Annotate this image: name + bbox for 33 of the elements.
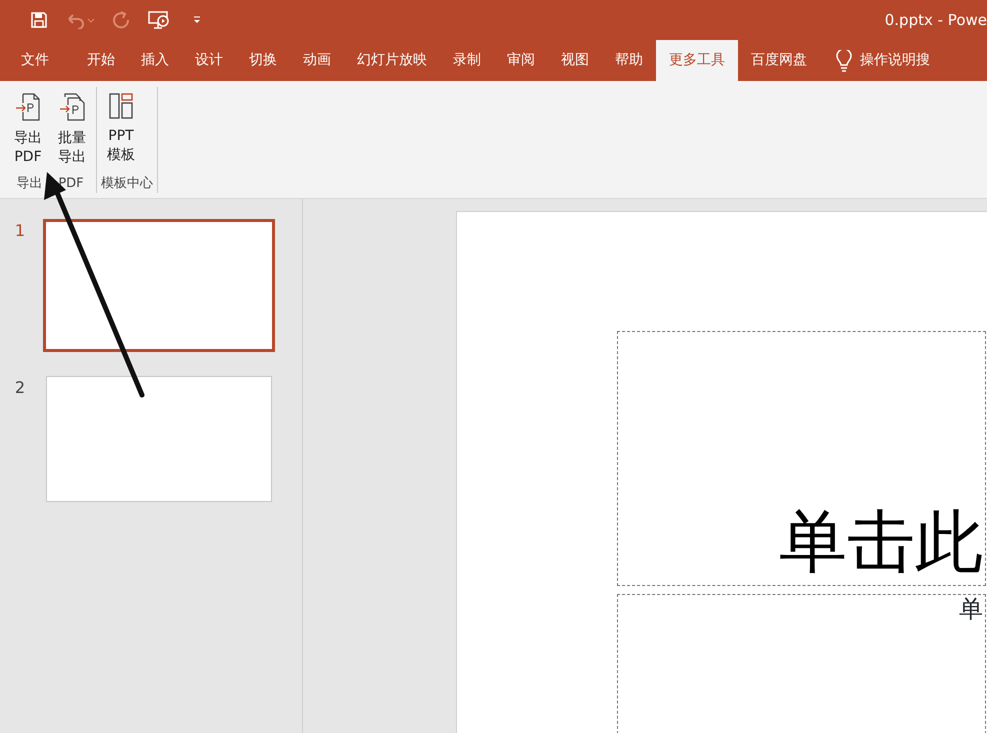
ribbon-tab[interactable]: 文件: [8, 40, 62, 81]
ribbon-tab[interactable]: 百度网盘: [738, 40, 820, 81]
lightbulb-icon: [836, 50, 852, 72]
export-pdf-icon: [15, 93, 41, 121]
title-placeholder[interactable]: 单击此: [617, 331, 986, 586]
ribbon-tab[interactable]: 更多工具: [656, 40, 738, 81]
ribbon-button[interactable]: 导出 PDF: [8, 91, 48, 169]
ribbon-tab[interactable]: 录制: [440, 40, 494, 81]
ribbon-button[interactable]: 批量 导出: [52, 91, 92, 169]
group-label: PDF: [58, 174, 84, 192]
slide-number: 2: [14, 377, 26, 399]
template-layout-icon: [109, 93, 133, 119]
slide-number: 1: [14, 220, 26, 242]
slide-thumbnail[interactable]: [43, 219, 275, 352]
ribbon-tab[interactable]: 设计: [182, 40, 236, 81]
ribbon-tab[interactable]: 帮助: [602, 40, 656, 81]
slide-title-text: 单击此: [779, 509, 984, 584]
ribbon-tab[interactable]: 审阅: [494, 40, 548, 81]
slide-subtitle-text: 单: [959, 595, 984, 625]
ribbon-tab[interactable]: 开始: [74, 40, 128, 81]
ribbon-button[interactable]: PPT 模板: [101, 91, 141, 167]
tell-me-search[interactable]: 操作说明搜: [860, 50, 930, 71]
ribbon-tab[interactable]: 插入: [128, 40, 182, 81]
ribbon-tab[interactable]: 视图: [548, 40, 602, 81]
ribbon-tab[interactable]: 动画: [290, 40, 344, 81]
ribbon-tab[interactable]: 幻灯片放映: [344, 40, 440, 81]
group-label: 导出: [16, 174, 42, 192]
group-label: 模板中心: [101, 174, 153, 192]
subtitle-placeholder[interactable]: 单: [617, 594, 986, 733]
ribbon-tab[interactable]: 切换: [236, 40, 290, 81]
slide-thumbnail[interactable]: [46, 376, 272, 502]
window-title: 0.pptx - Powe: [884, 10, 987, 31]
batch-export-icon: [59, 93, 85, 121]
